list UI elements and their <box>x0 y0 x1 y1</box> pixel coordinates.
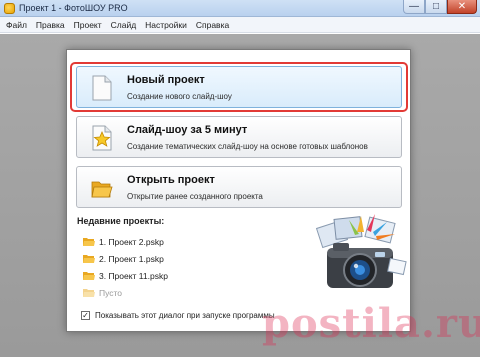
camera-illustration <box>315 214 407 288</box>
new-project-subtitle: Создание нового слайд-шоу <box>127 92 232 101</box>
new-project-title: Новый проект <box>127 74 205 86</box>
folder-icon <box>83 289 95 297</box>
open-project-title: Открыть проект <box>127 174 215 186</box>
recent-project-empty-label: Пусто <box>99 288 123 298</box>
watermark-logo: postila.ru <box>262 300 480 347</box>
open-project-subtitle: Открытие ранее созданного проекта <box>127 192 263 201</box>
recent-project-item[interactable]: 3. Проект 11.pskp <box>83 271 168 281</box>
open-folder-icon <box>91 181 113 198</box>
recent-project-item[interactable]: 2. Проект 1.pskp <box>83 254 164 264</box>
quick-slideshow-title: Слайд-шоу за 5 минут <box>127 124 248 136</box>
folder-icon <box>83 238 95 246</box>
folder-icon <box>83 255 95 263</box>
quick-slideshow-button[interactable]: Слайд-шоу за 5 минут Создание тематическ… <box>76 116 402 158</box>
menu-file[interactable]: Файл <box>6 20 27 30</box>
show-on-startup-label: Показывать этот диалог при запуске прогр… <box>95 311 275 320</box>
recent-project-name: 1. Проект 2.pskp <box>99 237 164 247</box>
menu-help[interactable]: Справка <box>196 20 229 30</box>
maximize-button[interactable]: □ <box>425 0 447 14</box>
close-button[interactable]: ✕ <box>447 0 477 14</box>
app-logo-icon <box>4 2 15 14</box>
menu-bar: Файл Правка Проект Слайд Настройки Справ… <box>0 17 480 33</box>
title-bar: Проект 1 - ФотоШОУ PRO — □ ✕ <box>0 0 480 17</box>
recent-project-name: 3. Проект 11.pskp <box>99 271 168 281</box>
new-project-button[interactable]: Новый проект Создание нового слайд-шоу <box>76 66 402 108</box>
start-dialog: Новый проект Создание нового слайд-шоу С… <box>66 49 411 332</box>
recent-project-empty-slot: Пусто <box>83 288 122 298</box>
menu-slide[interactable]: Слайд <box>111 20 137 30</box>
recent-project-name: 2. Проект 1.pskp <box>99 254 164 264</box>
quick-slideshow-subtitle: Создание тематических слайд-шоу на основ… <box>127 142 368 151</box>
recent-projects-heading: Недавние проекты: <box>77 216 165 226</box>
folder-icon <box>83 272 95 280</box>
recent-project-item[interactable]: 1. Проект 2.pskp <box>83 237 164 247</box>
menu-settings[interactable]: Настройки <box>145 20 187 30</box>
menu-edit[interactable]: Правка <box>36 20 65 30</box>
window-controls: — □ ✕ <box>403 0 477 14</box>
star-document-icon <box>92 125 112 151</box>
checkbox-check-icon[interactable]: ✓ <box>81 311 90 320</box>
menu-project[interactable]: Проект <box>74 20 102 30</box>
window-title: Проект 1 - ФотоШОУ PRO <box>19 3 128 13</box>
open-project-button[interactable]: Открыть проект Открытие ранее созданного… <box>76 166 402 208</box>
minimize-button[interactable]: — <box>403 0 425 14</box>
blank-document-icon <box>92 75 112 101</box>
show-on-startup-checkbox[interactable]: ✓ Показывать этот диалог при запуске про… <box>81 311 275 320</box>
